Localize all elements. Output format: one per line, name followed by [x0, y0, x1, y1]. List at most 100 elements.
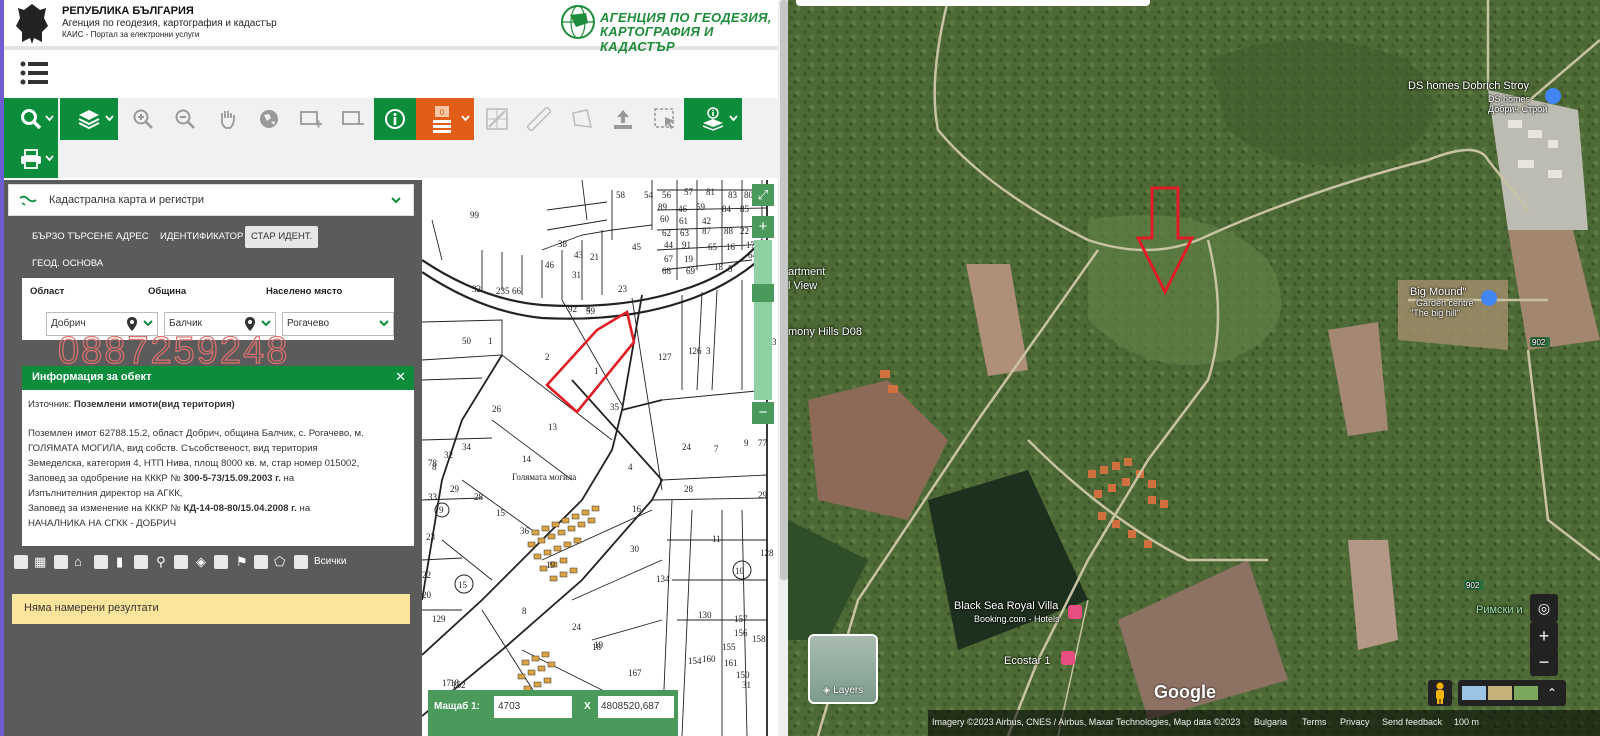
- parcel-number: 19: [546, 560, 556, 570]
- parcel-number: 18: [714, 262, 724, 272]
- street-view-pegman-icon[interactable]: [1428, 680, 1452, 706]
- map-search-box[interactable]: [796, 0, 1150, 6]
- fullscreen-icon[interactable]: ⤢: [752, 184, 774, 206]
- filter-checkbox[interactable]: [14, 555, 28, 569]
- map-label: DS homes: [1488, 94, 1531, 104]
- zoom-box-in-button[interactable]: [290, 98, 332, 140]
- field-label-region: Област: [30, 286, 65, 297]
- info-popup-body: Източник: Поземлени имоти(вид територия)…: [22, 390, 414, 546]
- info-line: Изпълнителния директор на АГКК,: [28, 488, 183, 499]
- chevron-down-icon: [461, 115, 470, 122]
- map-label[interactable]: Ecostar 1: [1004, 655, 1050, 667]
- terrain-thumb[interactable]: [1488, 686, 1512, 700]
- parcel-number: 14: [522, 454, 532, 464]
- remove-rect-icon: [342, 111, 364, 125]
- filter-icon-row: ▦ ⌂ ▮ ⚲ ◈ ⚑ ⬠ Всички: [10, 550, 416, 576]
- poi-marker[interactable]: [1545, 88, 1561, 104]
- upload-button[interactable]: [602, 98, 644, 140]
- filter-checkbox[interactable]: [214, 555, 228, 569]
- hotel-marker[interactable]: [1061, 651, 1075, 665]
- zoom-box-out-button[interactable]: [332, 98, 374, 140]
- filter-checkbox[interactable]: [54, 555, 68, 569]
- expand-chevron-icon[interactable]: ⌃: [1538, 680, 1566, 706]
- tab-identifier[interactable]: ИДЕНТИФИКАТОР: [154, 226, 249, 248]
- layers-icon: [78, 110, 100, 130]
- zoom-out-button[interactable]: [164, 98, 206, 140]
- grid-icon: ▦: [34, 554, 47, 569]
- close-icon[interactable]: ✕: [395, 369, 406, 385]
- map-label[interactable]: DS homes Dobrich Stroy: [1408, 80, 1529, 92]
- map-label[interactable]: Римски и: [1476, 604, 1523, 616]
- filter-checkbox[interactable]: [134, 555, 148, 569]
- parcel-number: 16: [632, 504, 642, 514]
- layers-button[interactable]: ◈ Layers: [808, 634, 878, 704]
- settlement-select[interactable]: Рогачево: [282, 312, 394, 336]
- send-feedback-link[interactable]: Send feedback: [1382, 717, 1442, 727]
- scrollbar-thumb[interactable]: [780, 0, 788, 580]
- tab-quick-search[interactable]: БЪРЗО ТЪРСЕНЕ: [26, 226, 119, 248]
- map-type-thumbnails[interactable]: [1458, 680, 1542, 706]
- app-header: РЕПУБЛИКА БЪЛГАРИЯ Агенция по геодезия, …: [4, 0, 790, 54]
- parcel-number: 126: [688, 346, 702, 356]
- search-tool-button[interactable]: [4, 98, 58, 140]
- draw-polygon-button[interactable]: [560, 98, 602, 140]
- info-line: на: [299, 503, 311, 514]
- my-location-icon[interactable]: ◎: [1530, 594, 1558, 622]
- selection-list-button[interactable]: 0: [416, 98, 474, 140]
- parcel-number: 89: [658, 202, 668, 212]
- satellite-map[interactable]: DS homes Dobrich Stroy DS homes Добрич С…: [788, 0, 1600, 736]
- map-thumb[interactable]: [1462, 686, 1486, 700]
- pan-button[interactable]: [206, 98, 248, 140]
- tab-geodetic-base[interactable]: ГЕОД. ОСНОВА: [26, 253, 109, 275]
- parcel-number: 22: [422, 570, 431, 580]
- info-button[interactable]: [374, 98, 416, 140]
- sheet-number: 10: [735, 566, 745, 576]
- municipality-value: Балчик: [169, 318, 202, 329]
- parcel-number: 59: [696, 202, 706, 212]
- tab-address[interactable]: АДРЕС: [110, 226, 155, 248]
- filter-checkbox[interactable]: [94, 555, 108, 569]
- parcel-number: 161: [724, 658, 738, 668]
- selected-parcel-outline[interactable]: [545, 309, 636, 414]
- menu-list-icon[interactable]: [20, 60, 48, 86]
- layers-icon: ◈: [196, 554, 206, 569]
- parcel-number: 26: [492, 404, 502, 414]
- filter-checkbox[interactable]: [174, 555, 188, 569]
- filter-checkbox[interactable]: [254, 555, 268, 569]
- scale-indicator[interactable]: 100 m: [1454, 717, 1479, 727]
- info-layers-button[interactable]: [684, 98, 742, 140]
- filter-checkbox[interactable]: [294, 555, 308, 569]
- parcel-number: 29: [758, 490, 768, 500]
- map-zoom-out-button[interactable]: −: [1530, 648, 1558, 676]
- poi-marker[interactable]: [1481, 290, 1497, 306]
- section-dropdown[interactable]: Кадастрална карта и регистри: [8, 184, 414, 216]
- zoom-slider-track[interactable]: [754, 240, 772, 400]
- chevron-down-icon: [261, 320, 271, 327]
- parcel-number: 92: [568, 304, 577, 314]
- measure-area-button[interactable]: [476, 98, 518, 140]
- map-label[interactable]: Black Sea Royal Villa: [954, 600, 1058, 612]
- zoom-in-button[interactable]: [122, 98, 164, 140]
- map-label[interactable]: Big Mound": [1410, 286, 1467, 298]
- select-area-button[interactable]: [644, 98, 686, 140]
- satellite-thumb[interactable]: [1514, 686, 1538, 700]
- map-label[interactable]: mony Hills D08: [788, 326, 862, 338]
- print-button[interactable]: [4, 140, 58, 178]
- tab-old-identifier[interactable]: СТАР ИДЕНТ.: [245, 226, 319, 248]
- map-zoom-in-button[interactable]: +: [1530, 622, 1558, 650]
- scale-input[interactable]: 4703: [494, 696, 572, 718]
- region-link[interactable]: Bulgaria: [1254, 717, 1287, 727]
- cadastral-map[interactable]: 99 58 54 56 57 81 83 80 89 46 59 84 85 60 61 42 38 45 43 62…: [422, 180, 778, 736]
- layers-tool-button[interactable]: [60, 98, 118, 140]
- measure-distance-button[interactable]: [518, 98, 560, 140]
- zoom-slider-handle[interactable]: [752, 284, 774, 302]
- terms-link[interactable]: Terms: [1302, 717, 1327, 727]
- full-extent-button[interactable]: [248, 98, 290, 140]
- privacy-link[interactable]: Privacy: [1340, 717, 1370, 727]
- parcel-number: 7: [714, 444, 719, 454]
- zoom-in-icon[interactable]: +: [752, 216, 774, 238]
- section-title: Кадастрална карта и регистри: [49, 194, 205, 206]
- hotel-marker[interactable]: [1068, 605, 1082, 619]
- parcel-number: 29: [450, 484, 460, 494]
- zoom-out-icon[interactable]: −: [752, 402, 774, 424]
